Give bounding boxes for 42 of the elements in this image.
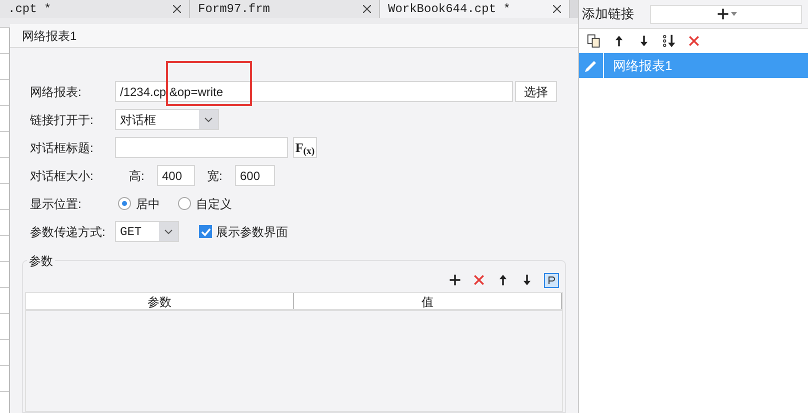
formula-button[interactable]: F$_{(x)}$ bbox=[293, 137, 317, 158]
report-field[interactable]: /1234.cp &op=write bbox=[115, 81, 513, 102]
radio-option[interactable]: 自定义 bbox=[178, 194, 232, 212]
field-label: 对话框标题: bbox=[30, 140, 94, 156]
add-icon[interactable] bbox=[448, 273, 462, 287]
width-field[interactable]: 600 bbox=[235, 165, 275, 186]
add-icon[interactable] bbox=[716, 7, 730, 21]
editor-tab[interactable]: WorkBook644.cpt * bbox=[380, 0, 570, 18]
show-params-checkbox[interactable]: 展示参数界面 bbox=[199, 222, 288, 240]
chevron-down-icon bbox=[164, 228, 173, 234]
width-label: 宽: bbox=[207, 168, 224, 184]
editor-tab[interactable]: Form97.frm bbox=[190, 0, 380, 18]
field-label: 网络报表: bbox=[30, 84, 82, 100]
column-header[interactable]: 值 bbox=[294, 293, 562, 309]
panel-title: 添加链接 bbox=[582, 5, 635, 24]
delete-icon[interactable] bbox=[687, 34, 701, 48]
caret-icon bbox=[730, 12, 736, 16]
dropdown[interactable]: GET bbox=[115, 221, 179, 242]
field-label: 对话框大小: bbox=[30, 168, 94, 184]
column-header[interactable]: 参数 bbox=[26, 293, 294, 309]
close-icon[interactable] bbox=[553, 5, 561, 13]
title-field[interactable] bbox=[115, 137, 288, 158]
editor-tab[interactable]: .cpt * bbox=[0, 0, 190, 18]
height-label: 高: bbox=[129, 168, 146, 184]
field-label: 显示位置: bbox=[30, 196, 82, 212]
height-field[interactable]: 400 bbox=[157, 165, 195, 186]
move-bottom-icon[interactable] bbox=[662, 34, 676, 48]
check-icon bbox=[200, 226, 210, 236]
chevron-down-icon bbox=[204, 116, 213, 122]
select-button[interactable]: 选择 bbox=[515, 81, 557, 102]
copy-icon[interactable] bbox=[587, 34, 601, 48]
parameter-icon[interactable] bbox=[544, 273, 559, 288]
pencil-icon bbox=[584, 58, 598, 72]
delete-icon[interactable] bbox=[472, 273, 486, 287]
close-icon[interactable] bbox=[363, 5, 371, 13]
dialog-title: 网络报表1 bbox=[22, 28, 77, 44]
radio-option[interactable]: 居中 bbox=[118, 194, 160, 212]
field-label: 参数传递方式: bbox=[30, 224, 106, 240]
close-icon[interactable] bbox=[173, 5, 181, 13]
dropdown[interactable]: 对话框 bbox=[115, 109, 219, 130]
group-title: 参数 bbox=[27, 252, 55, 270]
field-label: 链接打开于: bbox=[30, 112, 94, 128]
